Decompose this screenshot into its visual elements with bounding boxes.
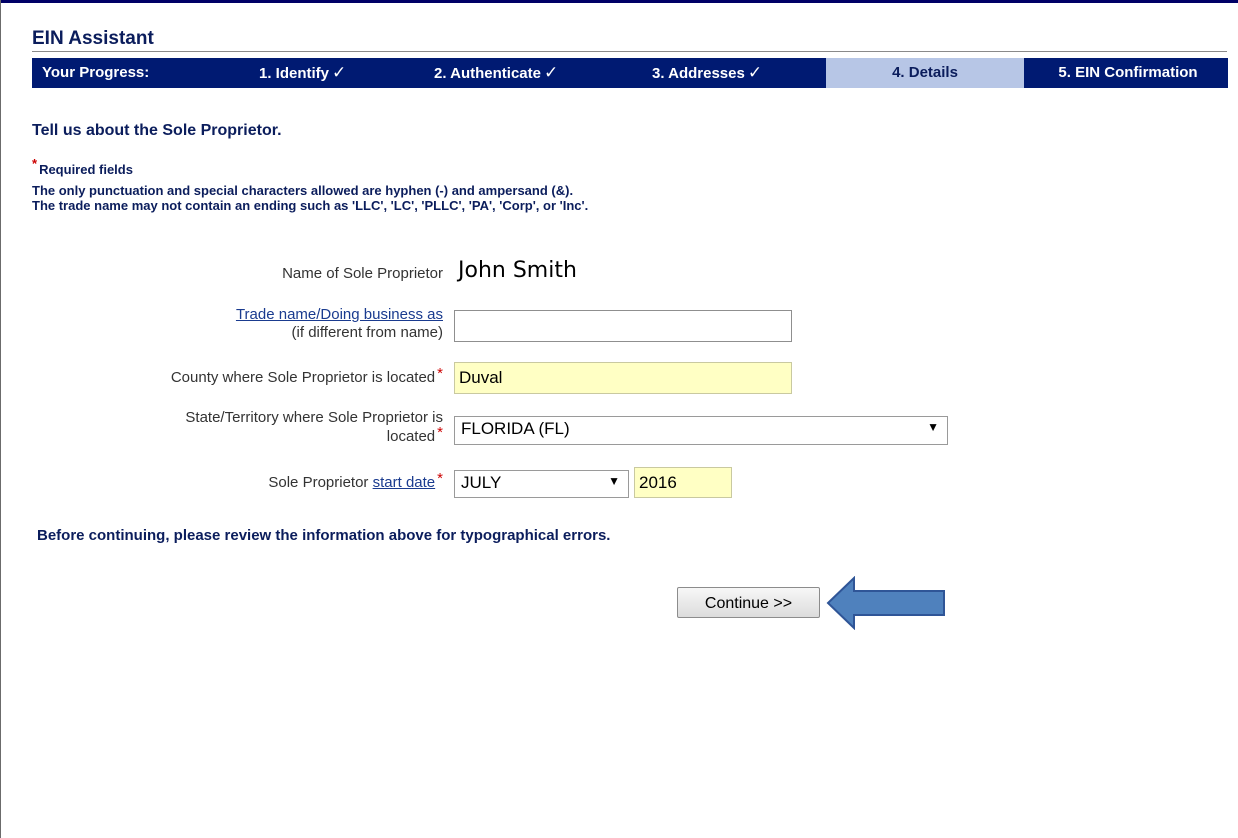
trade-name-note: The trade name may not contain an ending… (32, 198, 589, 213)
step-label: 4. Details (892, 64, 958, 81)
start-month-select[interactable]: JULY ▼ (454, 470, 629, 498)
required-asterisk-icon: * (32, 156, 38, 171)
required-fields-legend: * Required fields (32, 156, 133, 177)
checkmark-icon: ✓ (543, 63, 559, 82)
step-identify: 1. Identify ✓ (259, 58, 346, 88)
required-asterisk-icon: * (437, 424, 443, 441)
state-label-line1: State/Territory where Sole Proprietor is (185, 409, 443, 426)
required-asterisk-icon: * (437, 470, 443, 487)
step-addresses: 3. Addresses ✓ (652, 58, 762, 88)
state-select[interactable]: FLORIDA (FL) ▼ (454, 416, 948, 445)
start-date-label: Sole Proprietor start date * (268, 470, 443, 491)
dropdown-arrow-icon: ▼ (608, 474, 620, 488)
start-year-input[interactable] (634, 467, 732, 498)
county-input[interactable] (454, 362, 792, 394)
step-details-current: 4. Details (826, 58, 1024, 88)
annotation-arrow-icon (826, 576, 945, 630)
trade-name-sublabel: (if different from name) (291, 324, 443, 341)
step-label: 2. Authenticate (434, 65, 541, 82)
app-title: EIN Assistant (32, 28, 154, 49)
step-label: 3. Addresses (652, 65, 745, 82)
review-message: Before continuing, please review the inf… (37, 527, 611, 544)
start-date-prefix: Sole Proprietor (268, 474, 369, 491)
checkmark-icon: ✓ (332, 63, 347, 82)
sole-proprietor-name: John Smith (458, 258, 577, 283)
required-fields-label: Required fields (39, 162, 133, 177)
trade-name-label: Trade name/Doing business as (if differe… (236, 306, 443, 342)
state-selected-value: FLORIDA (FL) (461, 419, 570, 438)
top-border (0, 0, 1238, 3)
step-label: 5. EIN Confirmation (1058, 64, 1198, 81)
step-ein-confirmation: 5. EIN Confirmation (1028, 58, 1228, 88)
start-date-help-link[interactable]: start date (373, 474, 436, 491)
continue-button[interactable]: Continue >> (677, 587, 820, 618)
dropdown-arrow-icon: ▼ (927, 420, 939, 434)
required-asterisk-icon: * (437, 365, 443, 382)
progress-label: Your Progress: (42, 64, 150, 81)
punctuation-note: The only punctuation and special charact… (32, 183, 574, 198)
county-label: County where Sole Proprietor is located * (170, 365, 443, 386)
page-heading: Tell us about the Sole Proprietor. (32, 122, 282, 139)
state-label: State/Territory where Sole Proprietor is… (185, 408, 443, 446)
title-divider (32, 51, 1227, 52)
trade-name-input[interactable] (454, 310, 792, 342)
step-label: 1. Identify (259, 65, 330, 82)
step-authenticate: 2. Authenticate ✓ (434, 58, 558, 88)
checkmark-icon: ✓ (747, 63, 763, 82)
left-border (0, 0, 1, 838)
start-month-value: JULY (461, 473, 502, 492)
name-label: Name of Sole Proprietor (282, 265, 443, 282)
progress-bar: Your Progress: 1. Identify ✓ 2. Authentic… (32, 58, 1228, 88)
state-label-line2: located (386, 428, 436, 445)
trade-name-help-link[interactable]: Trade name/Doing business as (236, 306, 443, 323)
county-label-text: County where Sole Proprietor is located (170, 369, 436, 386)
